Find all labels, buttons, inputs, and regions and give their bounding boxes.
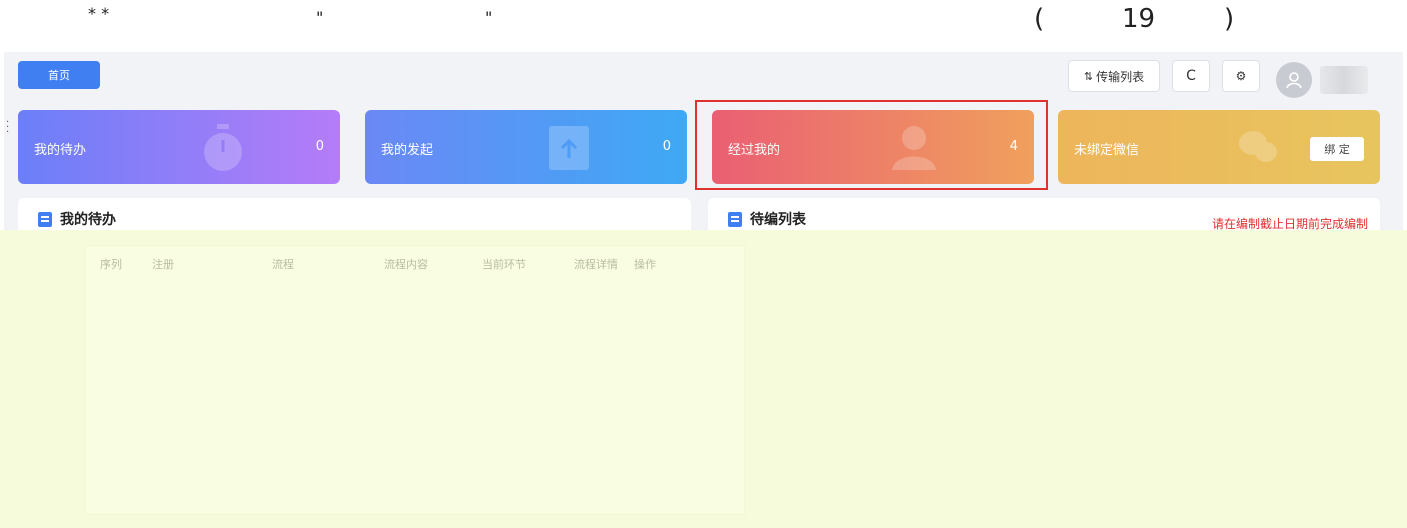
todo-table bbox=[85, 245, 745, 515]
column-header: 流程内容 bbox=[384, 258, 428, 271]
annotation-stars: * * bbox=[88, 4, 110, 23]
settings-button[interactable]: ⚙ bbox=[1222, 60, 1260, 92]
stopwatch-icon bbox=[204, 124, 242, 171]
transfer-icon: ⇅ bbox=[1083, 69, 1094, 83]
card-wechat-unbound[interactable]: 未绑定微信 绑 定 bbox=[1058, 110, 1380, 184]
annotation-quote-open: " bbox=[316, 8, 324, 27]
wechat-icon bbox=[1239, 131, 1277, 162]
transfer-list-label: 传输列表 bbox=[1096, 69, 1145, 84]
table-header: 序列 注册 流程 流程内容 当前环节 流程详情 操作 bbox=[100, 256, 674, 272]
refresh-button[interactable]: C bbox=[1172, 60, 1210, 92]
column-header: 流程详情 bbox=[574, 258, 618, 271]
transfer-list-button[interactable]: ⇅ 传输列表 bbox=[1068, 60, 1160, 92]
document-icon bbox=[38, 211, 52, 227]
annotation-paren-close: ) bbox=[1224, 4, 1235, 34]
home-tab-label: 首页 bbox=[48, 69, 70, 82]
home-tab[interactable]: 首页 bbox=[18, 61, 100, 89]
card-count: 0 bbox=[662, 139, 671, 154]
column-header: 序列 bbox=[100, 258, 122, 271]
bind-wechat-button[interactable]: 绑 定 bbox=[1310, 137, 1364, 161]
card-my-todo[interactable]: 我的待办 0 bbox=[18, 110, 340, 184]
column-header: 当前环节 bbox=[482, 258, 526, 271]
card-label: 我的待办 bbox=[34, 143, 87, 158]
column-header: 注册 bbox=[152, 258, 174, 271]
column-header: 操作 bbox=[634, 258, 656, 271]
user-avatar-icon bbox=[1286, 72, 1302, 89]
annotation-paren-open: ( bbox=[1034, 4, 1045, 34]
card-label: 未绑定微信 bbox=[1074, 143, 1140, 158]
refresh-icon: C bbox=[1186, 68, 1196, 84]
highlight-box bbox=[695, 100, 1048, 190]
menu-handle-icon[interactable]: · · · bbox=[6, 118, 9, 138]
card-label: 我的发起 bbox=[381, 143, 434, 158]
annotation-number: 19 bbox=[1122, 4, 1156, 34]
bind-button-label: 绑 定 bbox=[1324, 143, 1350, 156]
list-icon bbox=[728, 211, 742, 227]
pending-panel-title: 待编列表 bbox=[750, 212, 806, 228]
column-header: 流程 bbox=[272, 258, 294, 271]
todo-panel-title: 我的待办 bbox=[60, 212, 116, 228]
gear-icon: ⚙ bbox=[1235, 69, 1247, 83]
user-name-blurred[interactable] bbox=[1320, 66, 1368, 94]
card-my-initiated[interactable]: 我的发起 0 bbox=[365, 110, 687, 184]
card-count: 0 bbox=[315, 139, 324, 154]
upload-icon bbox=[549, 126, 589, 170]
annotation-quote-close: " bbox=[485, 8, 493, 27]
avatar[interactable] bbox=[1276, 62, 1312, 98]
